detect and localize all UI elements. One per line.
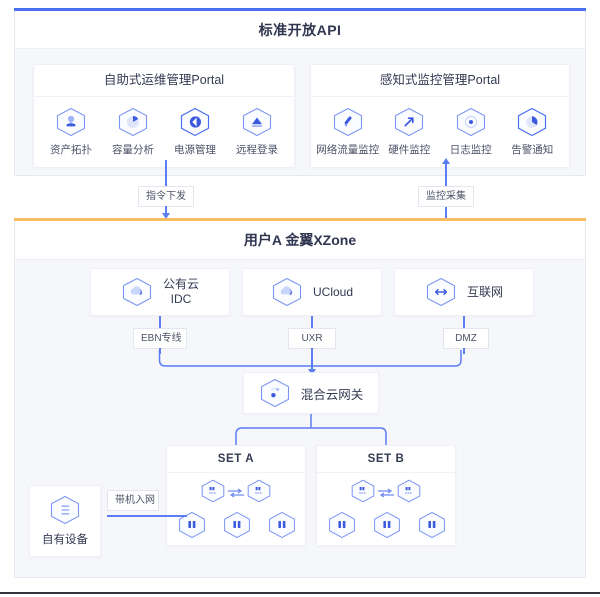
remote-login-icon	[241, 107, 273, 137]
set-body	[317, 473, 455, 547]
zone-panel-title: 用户A 金翼XZone	[15, 221, 585, 260]
function-capacity-analysis[interactable]: 容量分析	[104, 107, 162, 157]
function-power-management[interactable]: 电源管理	[166, 107, 224, 157]
cloud-label-line2: IDC	[170, 292, 192, 306]
own-device-label: 自有设备	[42, 534, 88, 546]
function-label: 远程登录	[236, 144, 278, 156]
cloud-card-label: UCloud	[313, 285, 353, 300]
set-title: SET A	[167, 446, 305, 473]
cloud-card-label: 公有云 IDC	[163, 277, 199, 307]
set-title: SET B	[317, 446, 455, 473]
capacity-analysis-icon	[117, 107, 149, 137]
cloud-label-line1: 公有云	[162, 277, 199, 291]
own-device-link-label: 带机入网	[107, 490, 159, 511]
cloud-icon	[121, 277, 153, 307]
function-hardware-monitor[interactable]: 硬件监控	[380, 107, 438, 157]
network-traffic-icon	[332, 107, 364, 137]
function-asset-topology[interactable]: 资产拓扑	[42, 107, 100, 157]
diagram-canvas: 标准开放API 自助式运维管理Portal 资产拓扑 容量分析 电源管理 远程登…	[0, 0, 600, 597]
cloud-icon	[271, 277, 303, 307]
command-connector-label: 指令下发	[138, 186, 194, 207]
internet-icon	[425, 277, 457, 307]
function-label: 硬件监控	[388, 144, 431, 156]
switch-node[interactable]	[396, 479, 422, 508]
function-network-traffic[interactable]: 网络流量监控	[316, 107, 380, 157]
ops-portal-title: 自助式运维管理Portal	[34, 65, 294, 97]
own-device-link-line	[107, 515, 187, 517]
bottom-rule	[0, 592, 600, 594]
cloud-link-label-ebn: EBN专线	[133, 328, 187, 349]
function-label: 告警通知	[511, 144, 554, 156]
own-device-icon	[49, 495, 81, 525]
monitor-arrow-icon	[441, 158, 450, 164]
set-body	[167, 473, 305, 547]
server-node[interactable]	[327, 511, 357, 544]
cloud-link-label-uxr: UXR	[288, 328, 336, 349]
command-connector-line-upper	[165, 160, 167, 186]
switch-link-icon	[228, 488, 244, 498]
switch-node[interactable]	[200, 479, 226, 508]
function-alarm-notify[interactable]: 告警通知	[503, 107, 561, 157]
hardware-monitor-icon	[393, 107, 425, 137]
function-log-monitor[interactable]: 日志监控	[442, 107, 500, 157]
cloud-label-line1: UCloud	[312, 284, 354, 299]
function-label: 资产拓扑	[50, 144, 92, 156]
monitor-portal-title: 感知式监控管理Portal	[311, 65, 569, 97]
cloud-card-label: 互联网	[467, 285, 503, 300]
switch-node[interactable]	[246, 479, 272, 508]
cloud-link-line-public-upper	[159, 316, 161, 328]
cloud-label-line1: 互联网	[466, 284, 503, 299]
hybrid-cloud-gateway-icon	[259, 378, 291, 408]
switch-node[interactable]	[350, 479, 376, 508]
cloud-card-internet[interactable]: 互联网	[394, 268, 534, 316]
server-node[interactable]	[222, 511, 252, 544]
power-management-icon	[179, 107, 211, 137]
hybrid-cloud-gateway-label: 混合云网关	[300, 387, 364, 402]
ops-portal-card: 自助式运维管理Portal 资产拓扑 容量分析 电源管理 远程登录	[33, 64, 295, 168]
cloud-card-ucloud[interactable]: UCloud	[242, 268, 382, 316]
function-label: 容量分析	[112, 144, 154, 156]
ops-portal-function-row: 资产拓扑 容量分析 电源管理 远程登录	[34, 97, 294, 157]
function-label: 电源管理	[174, 144, 216, 156]
api-panel: 标准开放API 自助式运维管理Portal 资产拓扑 容量分析 电源管理 远程登…	[14, 8, 586, 176]
api-panel-title: 标准开放API	[15, 11, 585, 49]
function-label: 网络流量监控	[316, 144, 380, 156]
own-device-card[interactable]: 自有设备	[29, 485, 101, 557]
switch-link-icon	[378, 488, 394, 498]
monitor-connector-line-upper	[445, 164, 447, 186]
cloud-link-line-ucloud-upper	[311, 316, 313, 328]
asset-topology-icon	[55, 107, 87, 137]
monitor-portal-card: 感知式监控管理Portal 网络流量监控 硬件监控 日志监控 告警通知	[310, 64, 570, 168]
monitor-connector-label: 监控采集	[418, 186, 474, 207]
server-node[interactable]	[372, 511, 402, 544]
cloud-link-line-internet-upper	[463, 316, 465, 328]
set-card-b[interactable]: SET B	[316, 445, 456, 546]
hybrid-cloud-gateway-card[interactable]: 混合云网关	[243, 372, 379, 414]
server-node[interactable]	[417, 511, 447, 544]
monitor-portal-function-row: 网络流量监控 硬件监控 日志监控 告警通知	[311, 97, 569, 157]
log-monitor-icon	[455, 107, 487, 137]
gateway-to-sets-connector	[235, 414, 387, 445]
function-remote-login[interactable]: 远程登录	[228, 107, 286, 157]
server-node[interactable]	[267, 511, 297, 544]
alarm-notify-icon	[516, 107, 548, 137]
cloud-link-label-dmz: DMZ	[443, 328, 489, 349]
cloud-card-public[interactable]: 公有云 IDC	[90, 268, 230, 316]
function-label: 日志监控	[449, 144, 492, 156]
set-card-a[interactable]: SET A	[166, 445, 306, 546]
